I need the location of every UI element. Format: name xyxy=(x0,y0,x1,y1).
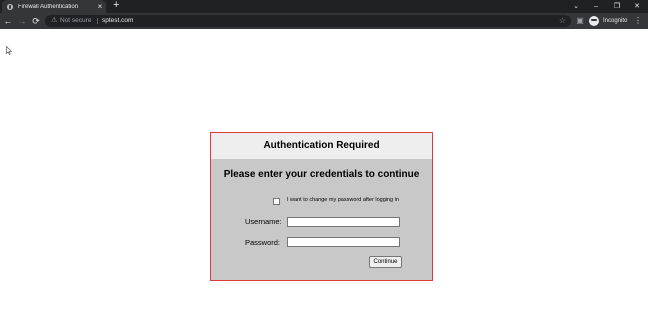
back-button[interactable]: ← xyxy=(2,13,14,29)
warning-icon[interactable]: ⚠ xyxy=(51,15,57,27)
mouse-cursor-icon xyxy=(6,46,12,55)
browser-menu-icon[interactable]: ⋮ xyxy=(634,13,642,29)
change-password-label: I want to change my password after loggi… xyxy=(287,197,399,203)
bookmark-star-icon[interactable]: ☆ xyxy=(559,15,566,27)
username-field[interactable] xyxy=(287,217,400,227)
auth-subtitle: Please enter your credentials to continu… xyxy=(223,169,420,180)
tab-search-icon[interactable]: ⌄ xyxy=(566,0,586,13)
forward-button[interactable]: → xyxy=(16,13,28,29)
password-field[interactable] xyxy=(287,237,400,247)
close-window-button[interactable]: ✕ xyxy=(627,0,647,13)
tab-title: Firewall Authentication xyxy=(18,3,79,10)
minimize-button[interactable]: – xyxy=(586,0,606,13)
password-label: Password: xyxy=(245,238,281,247)
tab-close-button[interactable]: × xyxy=(96,2,104,11)
browser-toolbar: ← → ⟳ ⚠ Not secure sptest.com ☆ ▣ Incogn… xyxy=(0,13,648,29)
username-label: Username: xyxy=(245,217,282,226)
change-password-checkbox[interactable] xyxy=(273,198,280,205)
reload-button[interactable]: ⟳ xyxy=(30,13,42,29)
address-bar[interactable]: ⚠ Not secure sptest.com ☆ xyxy=(45,15,571,27)
url-text[interactable]: sptest.com xyxy=(102,15,133,27)
side-panel-icon[interactable]: ▣ xyxy=(575,13,585,29)
incognito-indicator[interactable]: Incognito xyxy=(589,15,627,27)
new-tab-button[interactable]: + xyxy=(113,0,119,12)
browser-titlebar: Firewall Authentication × + ⌄ – ❐ ✕ xyxy=(0,0,648,13)
restore-button[interactable]: ❐ xyxy=(607,0,627,13)
incognito-icon xyxy=(589,16,599,26)
globe-icon xyxy=(7,3,13,10)
continue-button[interactable]: Continue xyxy=(369,256,402,268)
address-divider xyxy=(97,18,98,24)
incognito-label: Incognito xyxy=(603,18,628,24)
tab-firewall-authentication[interactable]: Firewall Authentication × xyxy=(2,0,106,13)
security-status[interactable]: Not secure xyxy=(60,15,91,27)
authentication-panel: Authentication Required Please enter you… xyxy=(210,132,433,281)
auth-header: Authentication Required xyxy=(211,133,432,159)
